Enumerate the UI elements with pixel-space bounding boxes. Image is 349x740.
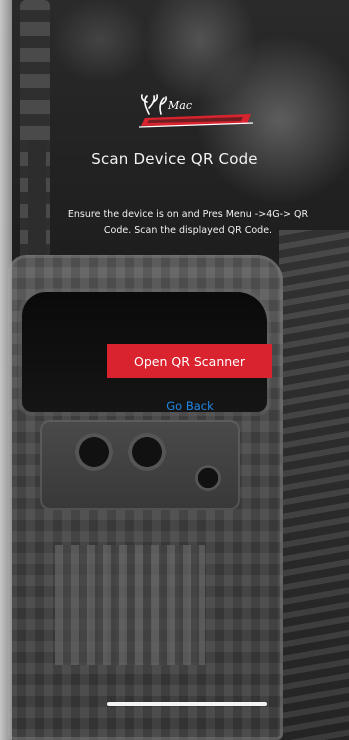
go-back-link[interactable]: Go Back [150,399,230,413]
camera-lens [75,433,113,471]
page-title: Scan Device QR Code [91,150,258,168]
instructions-text: Ensure the device is on and Pres Menu ->… [67,209,309,236]
home-indicator[interactable] [107,702,267,706]
camera-camo-panel [55,545,205,665]
camera-sensor [195,465,221,491]
brand-logo: Mac [138,94,254,128]
background-tree [279,230,349,740]
svg-text:Mac: Mac [167,99,192,112]
open-qr-scanner-button[interactable]: Open QR Scanner [107,344,272,378]
scan-qr-screen: Mac Scan Device QR Code Ensure the devic… [0,0,349,740]
camera-strap [0,0,12,740]
camera-lens [128,433,166,471]
